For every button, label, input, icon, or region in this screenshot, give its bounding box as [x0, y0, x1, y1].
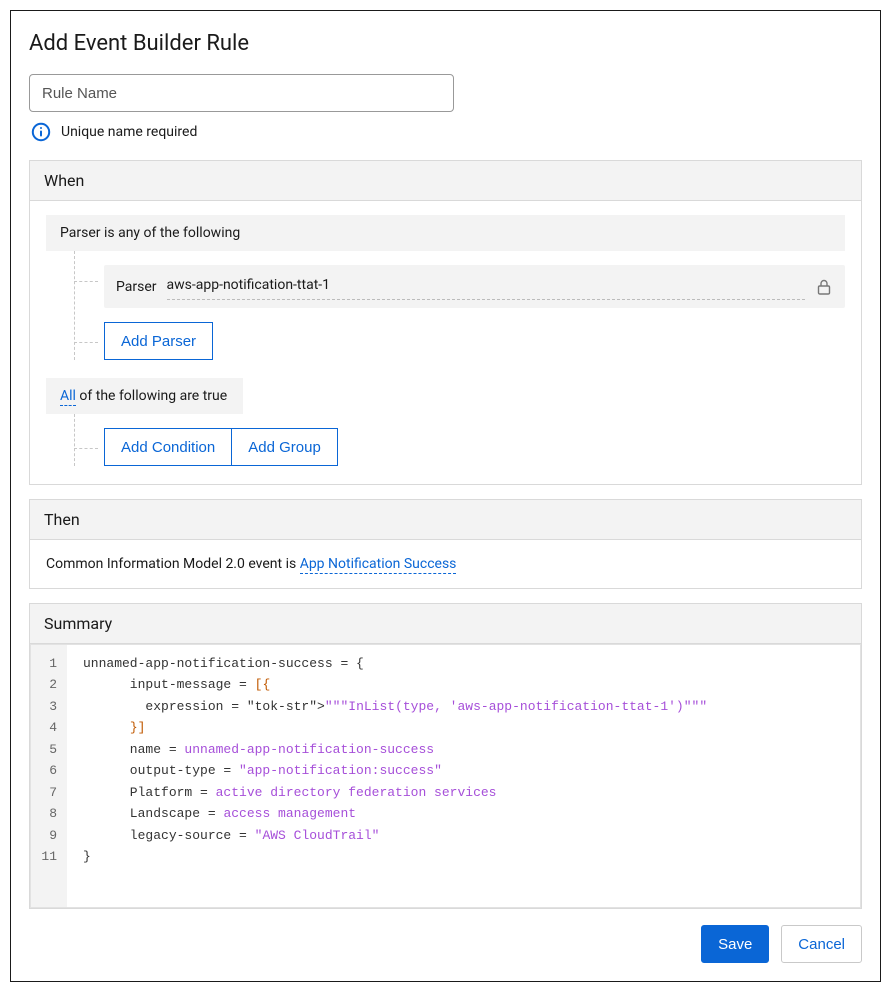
save-button[interactable]: Save	[701, 925, 769, 963]
footer-actions: Save Cancel	[29, 925, 862, 963]
parser-label: Parser	[116, 279, 157, 295]
parser-value[interactable]: aws-app-notification-ttat-1	[167, 273, 805, 300]
add-parser-button[interactable]: Add Parser	[104, 322, 213, 360]
then-panel: Then Common Information Model 2.0 event …	[29, 499, 862, 589]
rule-name-input[interactable]	[29, 74, 454, 112]
add-condition-button[interactable]: Add Condition	[104, 428, 232, 466]
page-title: Add Event Builder Rule	[29, 31, 862, 56]
all-of-following-row: All of the following are true	[46, 378, 243, 414]
parser-group-label: Parser is any of the following	[46, 215, 845, 251]
cim-event-link[interactable]: App Notification Success	[300, 556, 457, 574]
then-prefix: Common Information Model 2.0 event is	[46, 556, 300, 572]
conditions-tree: Add ConditionAdd Group	[74, 414, 845, 466]
lock-icon	[815, 278, 833, 296]
add-group-button[interactable]: Add Group	[232, 428, 338, 466]
when-panel: When Parser is any of the following Pars…	[29, 160, 862, 485]
all-suffix: of the following are true	[76, 388, 227, 404]
code-area: 12345678911 unnamed-app-notification-suc…	[30, 644, 861, 908]
summary-header: Summary	[30, 604, 861, 644]
parser-tree: Parser aws-app-notification-ttat-1 Add P…	[74, 251, 845, 360]
parser-row: Parser aws-app-notification-ttat-1	[104, 265, 845, 308]
hint-row: Unique name required	[31, 122, 862, 142]
code-content: unnamed-app-notification-success = { inp…	[67, 645, 719, 907]
then-header: Then	[30, 500, 861, 540]
summary-panel: Summary 12345678911 unnamed-app-notifica…	[29, 603, 862, 909]
cancel-button[interactable]: Cancel	[781, 925, 862, 963]
hint-text: Unique name required	[61, 124, 197, 140]
when-header: When	[30, 161, 861, 201]
add-event-builder-rule-dialog: Add Event Builder Rule Unique name requi…	[10, 10, 881, 982]
info-icon	[31, 122, 51, 142]
all-toggle[interactable]: All	[60, 388, 76, 406]
code-gutter: 12345678911	[31, 645, 67, 907]
